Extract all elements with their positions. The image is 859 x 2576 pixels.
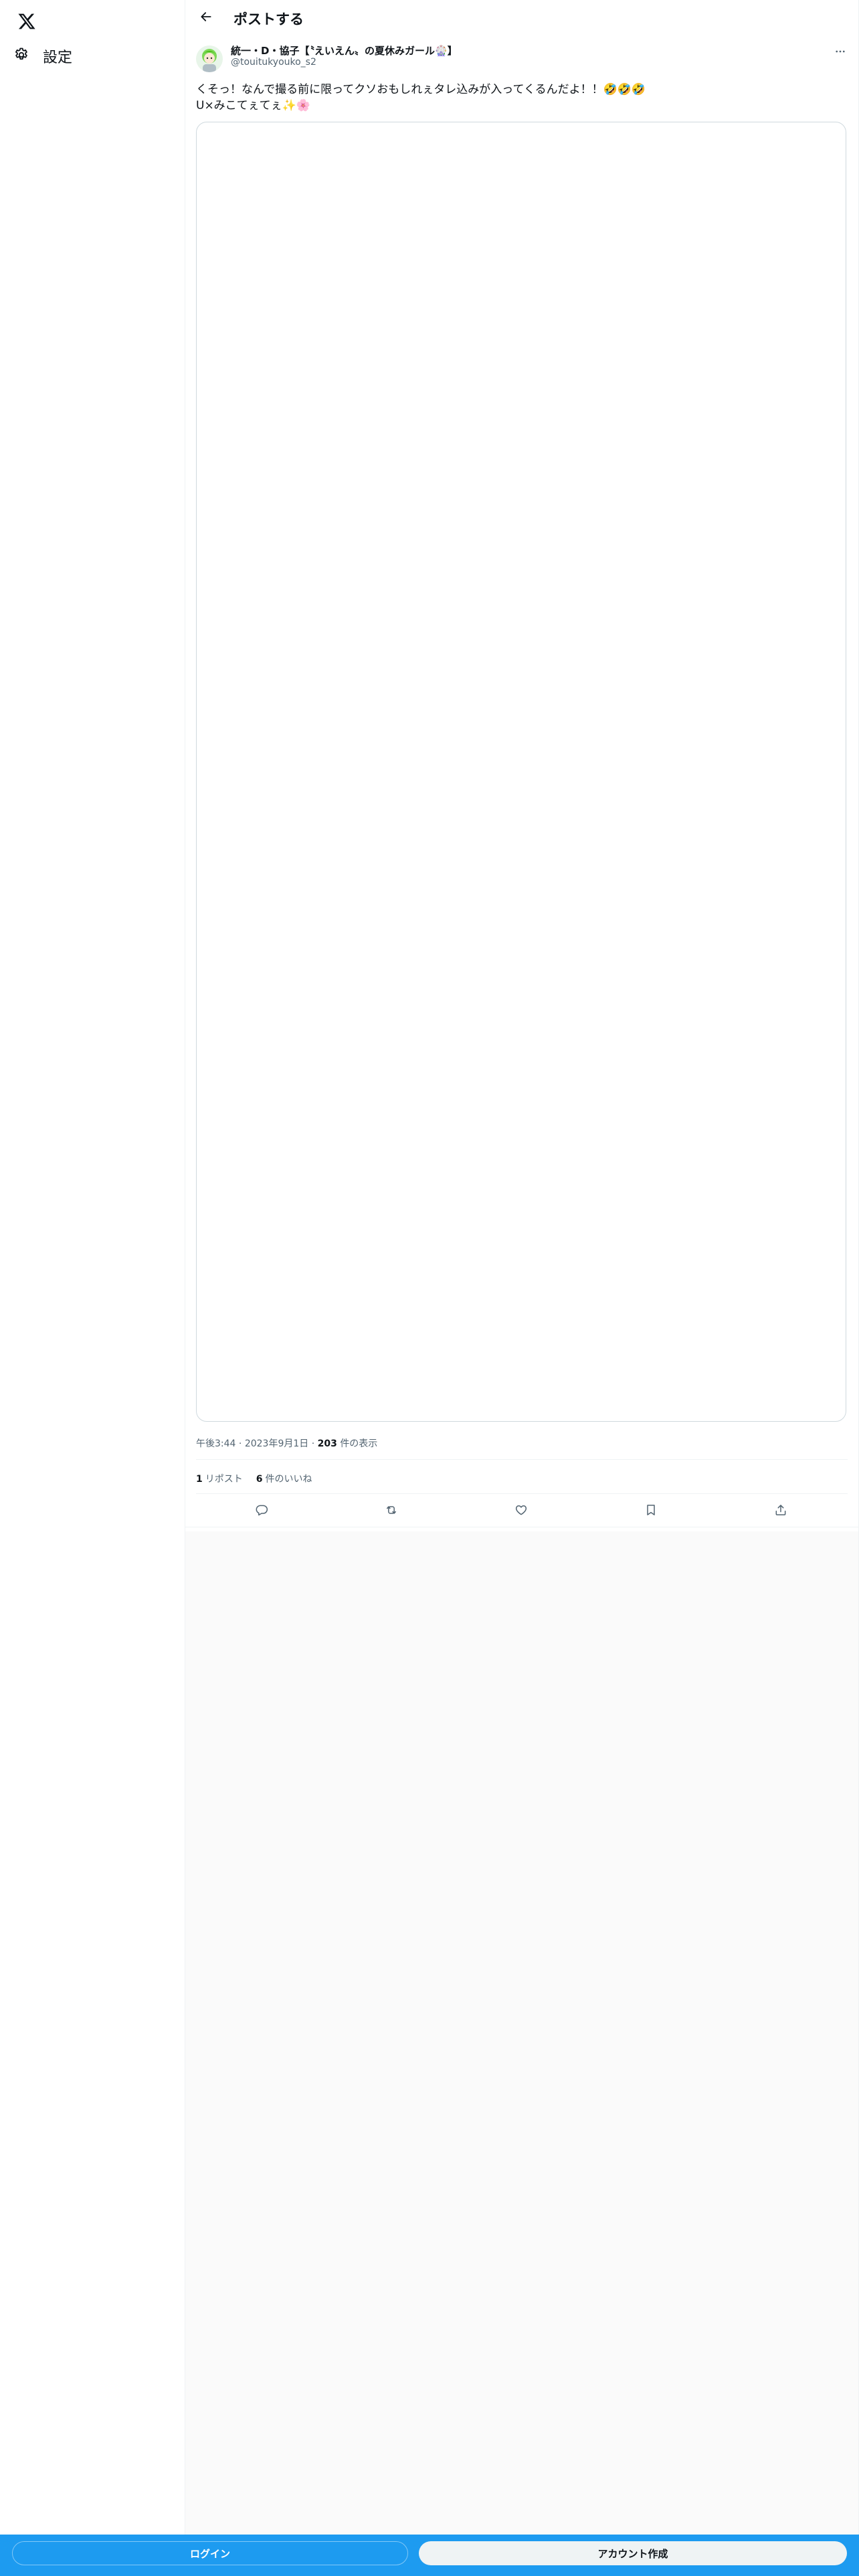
tweet-text: くそっ！なんで撮る前に限ってクソおもしれぇタレ込みが入ってくるんだよ！！🤣🤣🤣 … bbox=[196, 82, 838, 114]
tweet-media[interactable] bbox=[196, 122, 846, 1422]
meta-separator: · bbox=[238, 1438, 245, 1449]
bottom-signup-bar: ログイン アカウント作成 bbox=[0, 2535, 859, 2576]
like-button[interactable] bbox=[508, 1498, 535, 1525]
likes-stat[interactable]: 6 件のいいね bbox=[256, 1472, 312, 1485]
nav-settings-link[interactable]: 設定 bbox=[7, 39, 84, 74]
x-logo-icon[interactable] bbox=[9, 4, 44, 39]
tweet-text-line: U×みこてぇてぇ✨🌸 bbox=[196, 99, 311, 112]
tweet-time[interactable]: 午後3:44 bbox=[196, 1438, 235, 1449]
left-nav: 設定 bbox=[0, 0, 185, 2576]
avatar[interactable] bbox=[196, 45, 223, 72]
empty-area bbox=[185, 1531, 858, 2535]
repost-icon bbox=[385, 1503, 398, 1519]
likes-label: 件のいいね bbox=[265, 1474, 312, 1485]
gear-icon bbox=[13, 47, 29, 66]
meta-separator: · bbox=[311, 1438, 318, 1449]
repost-button[interactable] bbox=[378, 1498, 405, 1525]
arrow-left-icon bbox=[199, 10, 213, 26]
page: 設定 ポストする 統一・D・協子【〝えいえん〟の夏休みガール🎡】 @touitu… bbox=[0, 0, 859, 2576]
author-name[interactable]: 統一・D・協子【〝えいえん〟の夏休みガール🎡】 bbox=[231, 43, 458, 58]
share-button[interactable] bbox=[767, 1498, 794, 1525]
top-bar: ポストする bbox=[185, 0, 858, 36]
reposts-label: リポスト bbox=[205, 1474, 243, 1485]
more-dots-icon bbox=[834, 45, 846, 61]
divider bbox=[196, 1459, 848, 1460]
tweet-stats: 1 リポスト 6 件のいいね bbox=[196, 1472, 312, 1485]
action-bar bbox=[196, 1497, 848, 1526]
main-column: ポストする 統一・D・協子【〝えいえん〟の夏休みガール🎡】 @touitukyo… bbox=[185, 0, 859, 2576]
share-icon bbox=[774, 1503, 787, 1519]
views-label: 件の表示 bbox=[340, 1438, 378, 1449]
login-button[interactable]: ログイン bbox=[12, 2541, 408, 2565]
more-button[interactable] bbox=[829, 41, 852, 64]
nav-settings-label: 設定 bbox=[43, 49, 73, 66]
likes-count: 6 bbox=[256, 1474, 263, 1485]
reply-button[interactable] bbox=[248, 1498, 275, 1525]
reply-icon bbox=[255, 1503, 268, 1519]
page-title: ポストする bbox=[233, 11, 304, 27]
reposts-stat[interactable]: 1 リポスト bbox=[196, 1472, 243, 1485]
tweet-date[interactable]: 2023年9月1日 bbox=[245, 1438, 308, 1449]
bookmark-icon bbox=[644, 1503, 658, 1519]
heart-icon bbox=[514, 1503, 528, 1519]
tweet-text-line: くそっ！なんで撮る前に限ってクソおもしれぇタレ込みが入ってくるんだよ！！🤣🤣🤣 bbox=[196, 83, 646, 96]
bookmark-button[interactable] bbox=[638, 1498, 664, 1525]
back-button[interactable] bbox=[193, 5, 219, 31]
views-count: 203 bbox=[317, 1438, 337, 1449]
create-account-button[interactable]: アカウント作成 bbox=[419, 2541, 847, 2565]
divider bbox=[196, 1493, 848, 1494]
author-handle[interactable]: @touitukyouko_s2 bbox=[231, 57, 316, 68]
reposts-count: 1 bbox=[196, 1474, 203, 1485]
tweet-meta: 午後3:44 · 2023年9月1日 · 203 件の表示 bbox=[196, 1436, 377, 1450]
